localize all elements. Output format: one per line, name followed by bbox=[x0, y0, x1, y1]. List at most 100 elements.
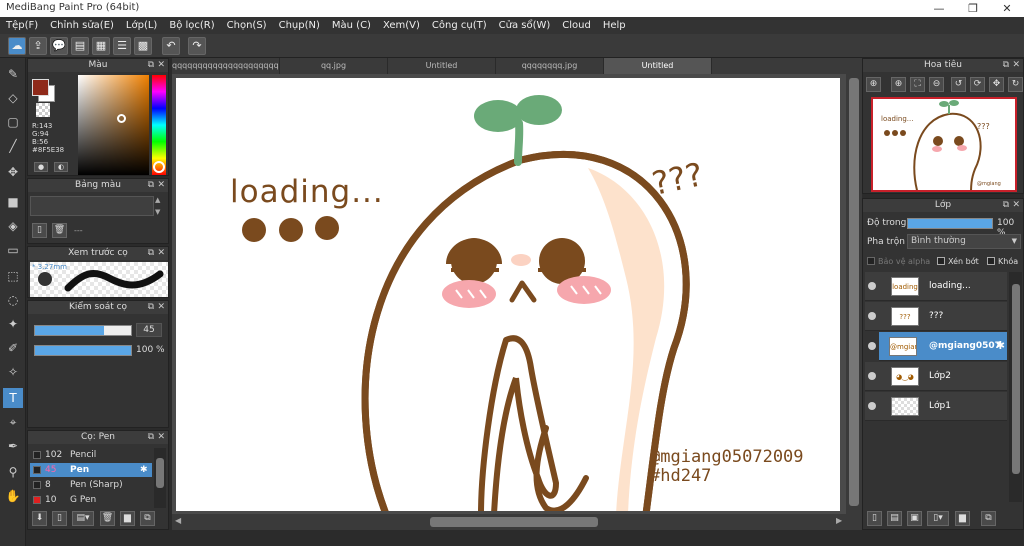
canvas-horizontal-scrollbar[interactable]: ◀ ▶ bbox=[172, 514, 862, 530]
eye-icon[interactable] bbox=[868, 312, 876, 320]
layer-row-loading[interactable]: loading loading... bbox=[865, 272, 1007, 301]
eye-icon[interactable] bbox=[868, 372, 876, 380]
tab-doc-2[interactable]: qq.jpg bbox=[280, 58, 388, 74]
picker-cursor[interactable] bbox=[117, 114, 126, 123]
document-icon[interactable]: ▦ bbox=[92, 37, 110, 55]
layer-row-signature[interactable]: @mgiang @mgiang0507✱ bbox=[879, 332, 1007, 361]
rotate-reset-icon[interactable]: ⟳ bbox=[970, 77, 985, 92]
zoom-in-icon[interactable]: ⊕ bbox=[866, 77, 881, 92]
layer-row-questions[interactable]: ?????? bbox=[865, 302, 1007, 331]
tab-doc-3[interactable]: Untitled bbox=[388, 58, 496, 74]
close-icon[interactable]: ✕ bbox=[1012, 59, 1020, 72]
navigator-preview[interactable]: loading... ??? @mgiang bbox=[871, 97, 1017, 192]
layer-scrollbar[interactable] bbox=[1009, 272, 1022, 502]
close-icon[interactable]: ✕ bbox=[157, 431, 165, 444]
popout-icon[interactable]: ⧉ bbox=[148, 179, 154, 192]
eye-icon[interactable] bbox=[868, 402, 876, 410]
popout-icon[interactable]: ⧉ bbox=[1003, 59, 1009, 72]
menu-file[interactable]: Tệp(F) bbox=[0, 17, 44, 34]
new-palette-icon[interactable]: ▯ bbox=[32, 223, 47, 238]
brush-list-scrollbar[interactable] bbox=[154, 448, 166, 508]
new-halftone-layer-icon[interactable]: ▤ bbox=[887, 511, 902, 526]
brush-item-pencil[interactable]: 102 Pencil bbox=[30, 448, 152, 462]
blend-mode-select[interactable]: Bình thường ▼ bbox=[907, 234, 1021, 249]
menu-layer[interactable]: Lớp(L) bbox=[120, 17, 163, 34]
brush-opacity-slider[interactable] bbox=[34, 345, 132, 356]
add-brush-icon[interactable]: ▤▾ bbox=[72, 511, 94, 526]
zoom-in-2-icon[interactable]: ⊕ bbox=[891, 77, 906, 92]
popout-icon[interactable]: ⧉ bbox=[148, 431, 154, 444]
brush-size-value[interactable]: 45 bbox=[136, 323, 162, 337]
vertical-scroll-thumb[interactable] bbox=[849, 78, 859, 506]
grid-icon[interactable]: ▩ bbox=[134, 37, 152, 55]
maximize-button[interactable]: ❐ bbox=[956, 0, 990, 17]
fit-icon[interactable]: ⛶ bbox=[910, 77, 925, 92]
horizontal-scroll-thumb[interactable] bbox=[430, 517, 598, 527]
eye-icon[interactable] bbox=[868, 282, 876, 290]
gear-icon[interactable]: ✱ bbox=[140, 463, 148, 477]
layer-opacity-slider[interactable] bbox=[907, 218, 993, 229]
eye-icon[interactable] bbox=[868, 342, 876, 350]
menu-snap[interactable]: Chụp(N) bbox=[273, 17, 326, 34]
download-brush-icon[interactable]: ⬇ bbox=[32, 511, 47, 526]
operation-tool-icon[interactable]: ⌖ bbox=[3, 412, 23, 432]
rotate-left-icon[interactable]: ↺ bbox=[951, 77, 966, 92]
add-layer-menu-icon[interactable]: ▯▾ bbox=[927, 511, 949, 526]
duplicate-icon[interactable]: ⧉ bbox=[140, 511, 155, 526]
move-tool-icon[interactable]: ✥ bbox=[3, 162, 23, 182]
select-eraser-icon[interactable]: ✧ bbox=[3, 362, 23, 382]
scroll-down-icon[interactable]: ▼ bbox=[155, 208, 160, 216]
saturation-value-picker[interactable] bbox=[78, 75, 149, 175]
menu-filter[interactable]: Bộ lọc(R) bbox=[163, 17, 220, 34]
close-icon[interactable]: ✕ bbox=[157, 301, 165, 314]
foreground-color-swatch[interactable] bbox=[32, 79, 49, 96]
menu-help[interactable]: Help bbox=[597, 17, 632, 34]
protect-alpha-checkbox[interactable]: Bảo vệ alpha bbox=[867, 257, 930, 266]
tab-doc-5[interactable]: Untitled bbox=[604, 58, 712, 74]
trash-icon[interactable]: 🗑 bbox=[52, 223, 67, 238]
new-brush-icon[interactable]: ▯ bbox=[52, 511, 67, 526]
scroll-left-icon[interactable]: ◀ bbox=[175, 516, 181, 525]
palette-area[interactable] bbox=[30, 196, 154, 216]
zoom-out-icon[interactable]: ⊖ bbox=[929, 77, 944, 92]
popout-icon[interactable]: ⧉ bbox=[148, 301, 154, 314]
popout-icon[interactable]: ⧉ bbox=[148, 59, 154, 72]
menu-window[interactable]: Cửa sổ(W) bbox=[493, 17, 557, 34]
transparent-color-swatch[interactable] bbox=[36, 103, 50, 117]
flip-icon[interactable]: ✥ bbox=[989, 77, 1004, 92]
scroll-right-icon[interactable]: ▶ bbox=[836, 516, 842, 525]
folder-icon[interactable]: ▆ bbox=[120, 511, 135, 526]
rotate-right-icon[interactable]: ↻ bbox=[1008, 77, 1023, 92]
brush-item-pen[interactable]: 45 Pen ✱ bbox=[30, 463, 152, 477]
undo-icon[interactable]: ↶ bbox=[162, 37, 180, 55]
hue-cursor[interactable] bbox=[153, 161, 165, 173]
brush-item-pen-sharp[interactable]: 8 Pen (Sharp) bbox=[30, 478, 152, 492]
menu-color[interactable]: Màu (C) bbox=[326, 17, 377, 34]
lasso-icon[interactable]: ◌ bbox=[3, 290, 23, 310]
cloud-icon[interactable]: ☁ bbox=[8, 37, 26, 55]
select-pen-icon[interactable]: ✐ bbox=[3, 338, 23, 358]
close-icon[interactable]: ✕ bbox=[157, 59, 165, 72]
menu-view[interactable]: Xem(V) bbox=[377, 17, 426, 34]
folder-icon[interactable]: ▆ bbox=[955, 511, 970, 526]
duplicate-layer-icon[interactable]: ⧉ bbox=[981, 511, 996, 526]
redo-icon[interactable]: ↷ bbox=[188, 37, 206, 55]
menu-tools[interactable]: Công cụ(T) bbox=[426, 17, 493, 34]
fill-rect-tool-icon[interactable]: ■ bbox=[3, 192, 23, 212]
drawing-canvas[interactable]: loading... ??? @mgiang05072009 #hd247 bbox=[176, 78, 840, 511]
share-icon[interactable]: ⇪ bbox=[29, 37, 47, 55]
layer-scroll-thumb[interactable] bbox=[1012, 284, 1020, 474]
close-icon[interactable]: ✕ bbox=[157, 247, 165, 260]
text-tool-icon[interactable]: T bbox=[3, 388, 23, 408]
layer-row-layer1[interactable]: Lớp1 bbox=[865, 392, 1007, 421]
hue-slider[interactable] bbox=[152, 75, 166, 175]
eyedropper-icon[interactable]: ⚲ bbox=[3, 462, 23, 482]
new-folder-layer-icon[interactable]: ▣ bbox=[907, 511, 922, 526]
close-icon[interactable]: ✕ bbox=[1012, 199, 1020, 212]
palette-icon[interactable]: ● bbox=[34, 162, 48, 172]
brush-tool-icon[interactable]: ✎ bbox=[3, 64, 23, 84]
list-icon[interactable]: ☰ bbox=[113, 37, 131, 55]
eyedrop-small-icon[interactable]: ◐ bbox=[54, 162, 68, 172]
gear-icon[interactable]: ✱ bbox=[996, 339, 1005, 352]
pen-tool-icon[interactable]: ╱ bbox=[3, 136, 23, 156]
